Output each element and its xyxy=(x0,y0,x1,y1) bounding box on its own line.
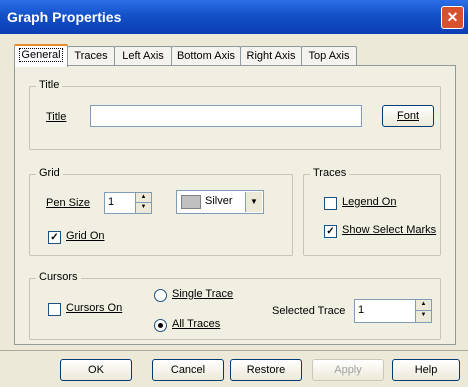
title-group: Title Title Font xyxy=(29,79,441,150)
spin-down-icon[interactable]: ▼ xyxy=(415,311,431,322)
tab-general[interactable]: General xyxy=(14,44,68,67)
close-icon[interactable]: ✕ xyxy=(441,6,464,29)
ok-button[interactable]: OK xyxy=(60,359,132,381)
legend-on-label: Legend On xyxy=(342,196,397,208)
single-trace-radio[interactable] xyxy=(154,289,167,302)
tab-general-label: General xyxy=(19,48,63,62)
dialog-footer: OK Cancel Restore Apply Help xyxy=(0,350,468,387)
grid-group-label: Grid xyxy=(36,167,63,179)
selected-trace-label: Selected Trace xyxy=(272,305,346,317)
selected-trace-value: 1 xyxy=(358,304,365,316)
single-trace-label: Single Trace xyxy=(172,288,234,300)
all-traces-label: All Traces xyxy=(172,318,221,330)
pen-size-value: 1 xyxy=(108,196,115,208)
show-select-marks-label: Show Select Marks xyxy=(342,224,437,236)
cursors-on-label: Cursors On xyxy=(66,302,123,314)
show-select-marks-checkbox[interactable]: ✓ xyxy=(324,225,337,238)
font-button-label: Font xyxy=(396,110,419,122)
spin-down-icon[interactable]: ▼ xyxy=(135,203,151,213)
help-button[interactable]: Help xyxy=(392,359,460,381)
tab-right-axis[interactable]: Right Axis xyxy=(240,46,302,65)
traces-group: Traces Legend On ✓ Show Select Marks xyxy=(303,167,441,256)
title-field-label: Title xyxy=(46,111,67,123)
grid-color-value: Silver xyxy=(205,195,233,207)
spin-up-icon[interactable]: ▲ xyxy=(135,193,151,203)
title-input[interactable] xyxy=(90,105,362,127)
all-traces-radio[interactable] xyxy=(154,319,167,332)
window-title: Graph Properties xyxy=(7,9,122,25)
tab-panel-general: Title Title Font Grid Pen Size 1 ▲ ▼ Sil… xyxy=(14,65,456,345)
apply-button[interactable]: Apply xyxy=(312,359,384,381)
tab-traces[interactable]: Traces xyxy=(67,46,115,65)
cancel-button[interactable]: Cancel xyxy=(152,359,224,381)
tab-left-axis[interactable]: Left Axis xyxy=(114,46,172,65)
font-button[interactable]: Font xyxy=(382,105,434,127)
spin-up-icon[interactable]: ▲ xyxy=(415,300,431,311)
cursors-group-label: Cursors xyxy=(36,271,81,283)
tab-bottom-axis[interactable]: Bottom Axis xyxy=(171,46,241,65)
window-titlebar: Graph Properties ✕ xyxy=(0,0,468,34)
restore-button[interactable]: Restore xyxy=(230,359,302,381)
grid-color-select[interactable]: Silver ▼ xyxy=(176,190,264,214)
pen-size-stepper[interactable]: 1 ▲ ▼ xyxy=(104,192,152,214)
cursors-group: Cursors Cursors On Single Trace All Trac… xyxy=(29,271,441,340)
title-group-label: Title xyxy=(36,79,63,91)
tab-top-axis[interactable]: Top Axis xyxy=(301,46,357,65)
selected-trace-stepper[interactable]: 1 ▲ ▼ xyxy=(354,299,432,323)
pen-size-label: Pen Size xyxy=(46,197,91,209)
color-swatch-icon xyxy=(181,195,201,209)
grid-on-label: Grid On xyxy=(66,230,105,242)
cursors-on-checkbox[interactable] xyxy=(48,303,61,316)
legend-on-checkbox[interactable] xyxy=(324,197,337,210)
grid-on-checkbox[interactable]: ✓ xyxy=(48,231,61,244)
grid-group: Grid Pen Size 1 ▲ ▼ Silver ▼ ✓ Grid On xyxy=(29,167,293,256)
chevron-down-icon[interactable]: ▼ xyxy=(245,192,262,212)
traces-group-label: Traces xyxy=(310,167,350,179)
